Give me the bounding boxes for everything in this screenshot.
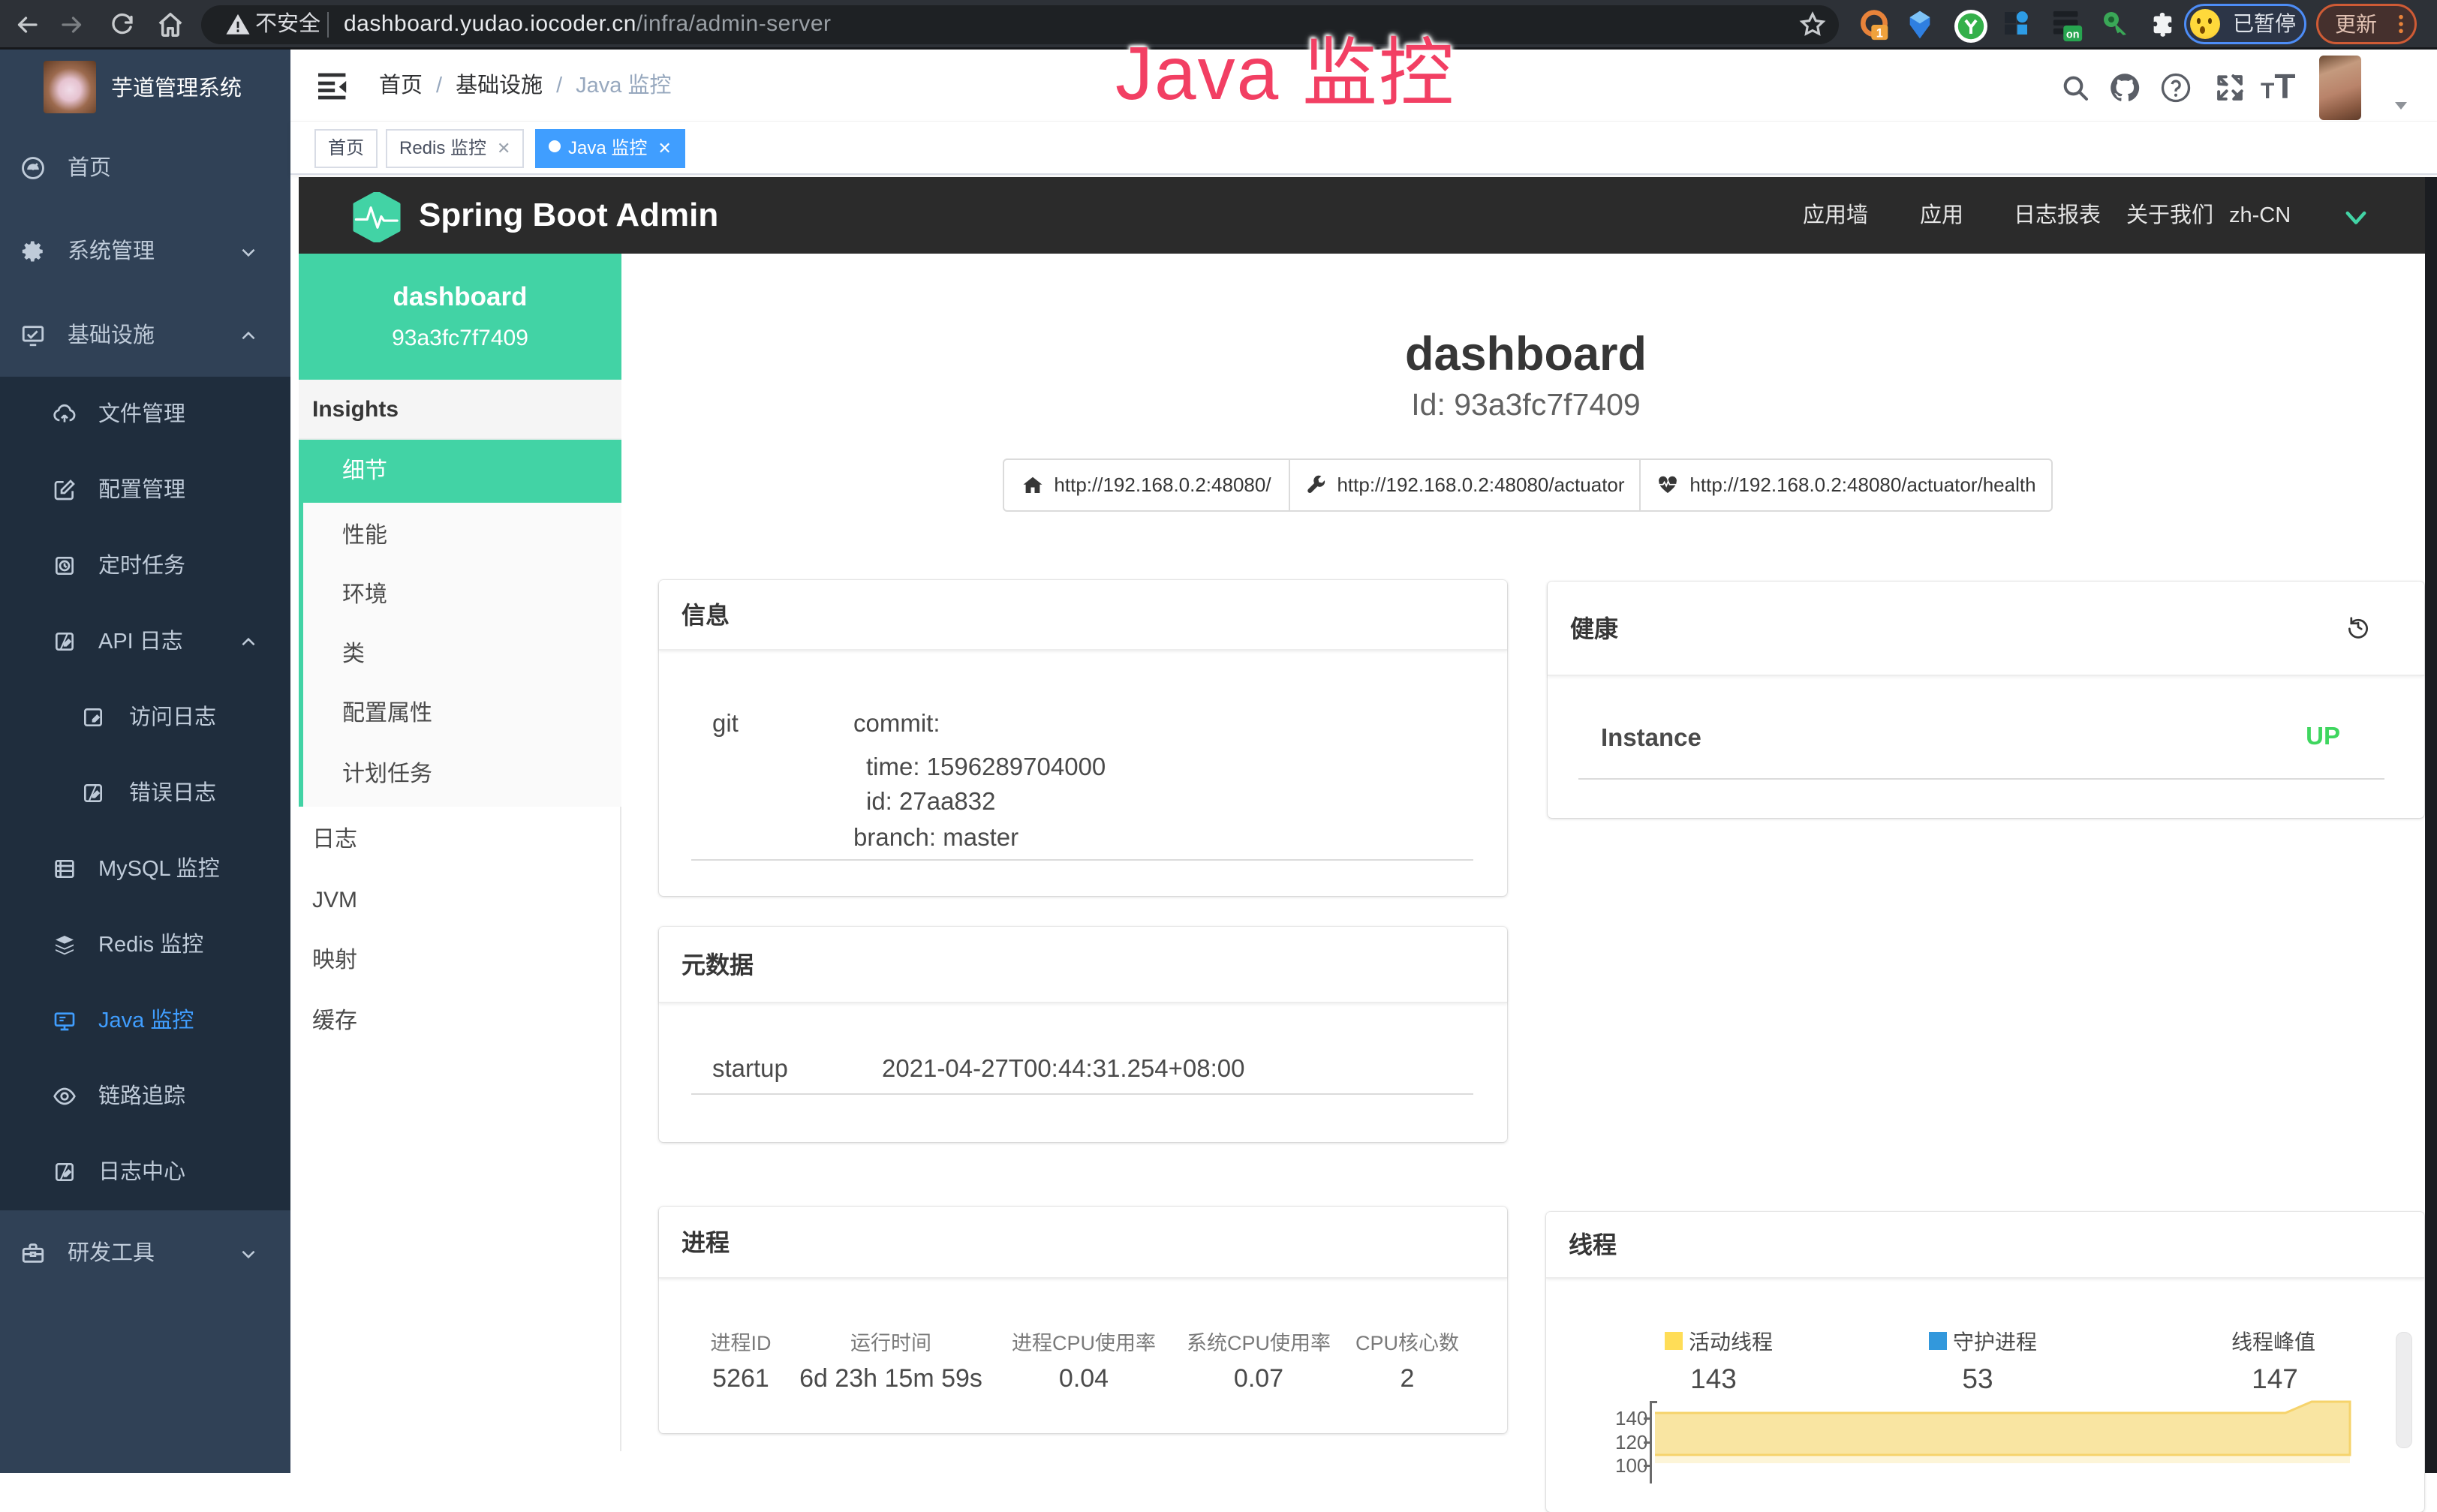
svg-text:1: 1 (1876, 27, 1883, 41)
svg-text:on: on (2066, 29, 2080, 41)
